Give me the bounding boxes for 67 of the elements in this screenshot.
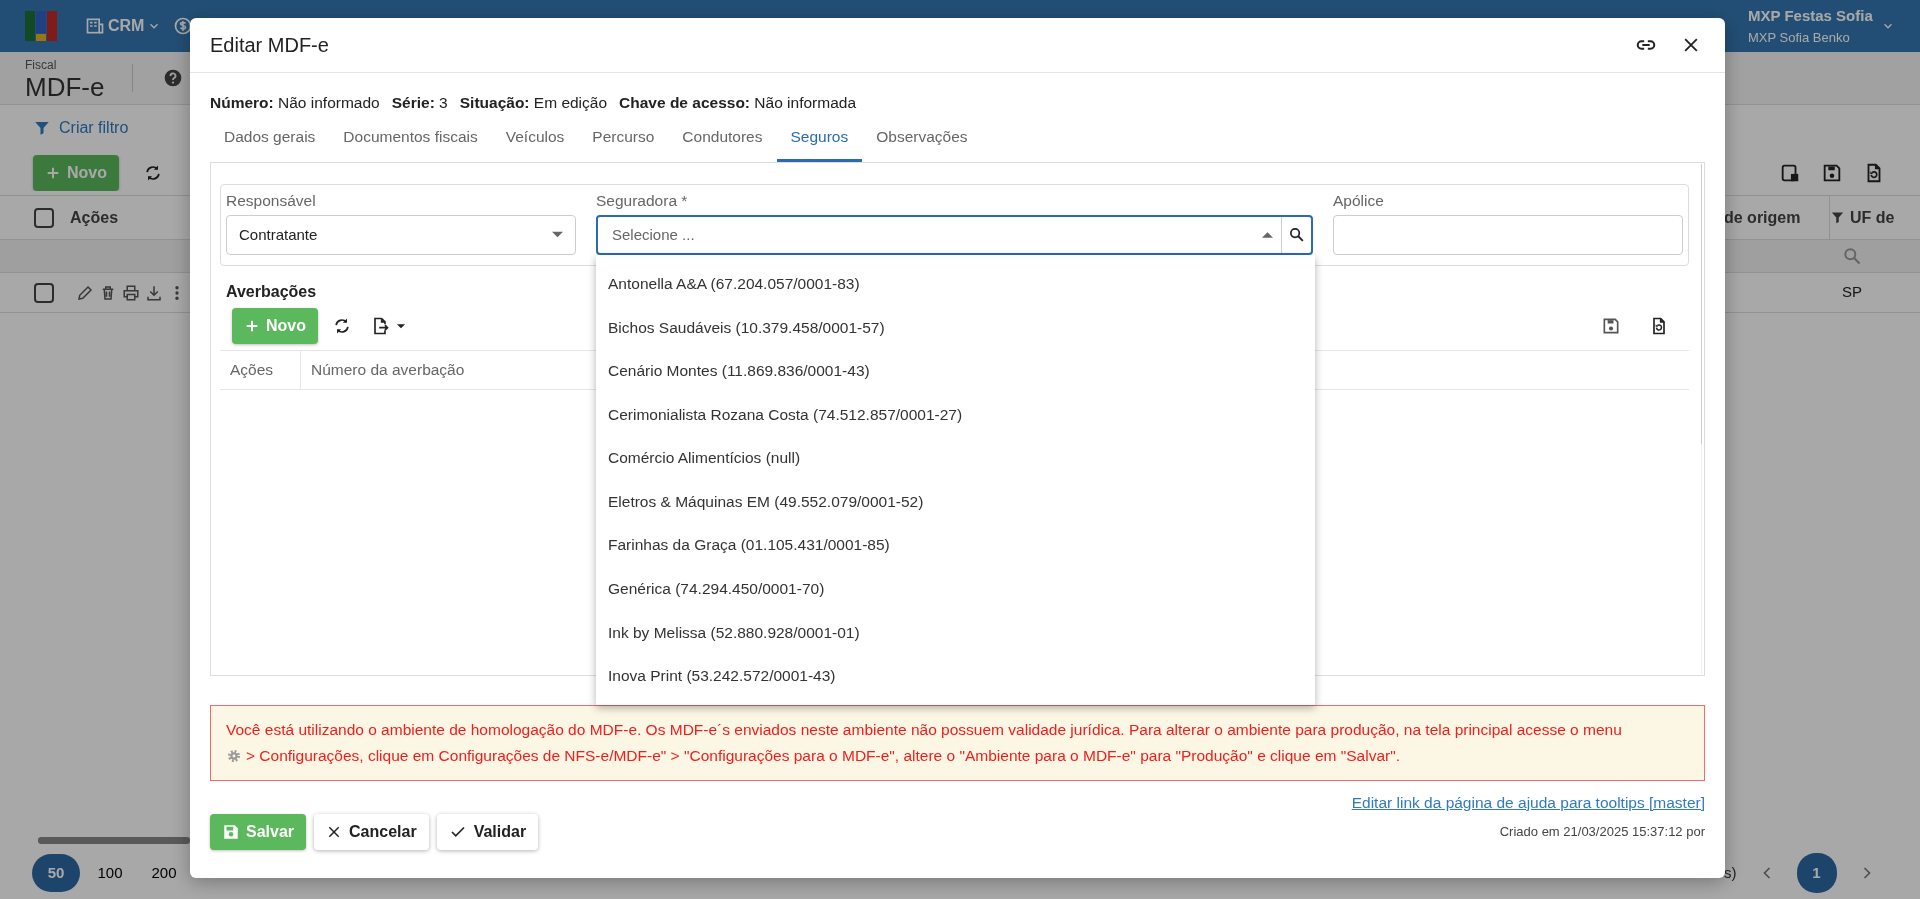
- tab[interactable]: Percurso: [578, 116, 669, 162]
- info-text: Número: Não informado: [210, 93, 380, 113]
- horizontal-scrollbar[interactable]: [38, 836, 190, 844]
- tab[interactable]: Veículos: [491, 116, 579, 162]
- download-icon[interactable]: [145, 283, 163, 302]
- search-select-field[interactable]: Selecione ...: [596, 214, 1313, 255]
- page-size-option[interactable]: 50: [32, 854, 80, 892]
- warning-text: > Configurações, clique em Configurações de NFS-e/MDF-e" > "Configurações para o MDF-e", altere o "Ambiente para o MDF-e" para "Produção" e clique em "Salvar".: [246, 746, 1400, 766]
- column-header: UF de: [1850, 207, 1895, 228]
- print-icon[interactable]: [122, 283, 140, 302]
- building-icon: [85, 16, 105, 36]
- dropdown-option[interactable]: Ink by Melissa (52.880.928/0001-01): [596, 610, 1315, 655]
- app-logo[interactable]: [25, 10, 57, 42]
- row-checkbox[interactable]: [32, 280, 56, 305]
- help-link[interactable]: Editar link da página de ajuda para tooltips [master]: [1351, 790, 1705, 814]
- dialog-title: Editar MDF-e: [210, 33, 329, 57]
- page-button[interactable]: 1: [1796, 853, 1837, 893]
- funnel-icon: [1830, 210, 1845, 225]
- column-header: Ações: [220, 349, 301, 390]
- select-all-checkbox[interactable]: [32, 205, 56, 230]
- column-header: Ações: [70, 207, 119, 228]
- page-title: MDF-e: [25, 74, 105, 100]
- floppy-icon: [222, 822, 240, 841]
- tab[interactable]: Documentos fiscais: [329, 116, 492, 162]
- input-field[interactable]: [1333, 214, 1683, 255]
- column-header: Número da averbação: [310, 360, 466, 381]
- crm-menu[interactable]: CRM: [81, 10, 166, 42]
- dropdown-option[interactable]: Cenário Montes (11.869.836/0001-43): [596, 348, 1315, 393]
- validate-button[interactable]: Validar: [436, 813, 539, 850]
- info-text: Chave de acesso: Não informada: [619, 93, 856, 113]
- dropdown-option[interactable]: Farinhas da Graça (01.105.431/0001-85): [596, 523, 1315, 567]
- user-name: MXP Sofia Benko: [1748, 28, 1851, 47]
- tab[interactable]: Condutores: [668, 116, 777, 162]
- dropdown-option[interactable]: Genérica (74.294.450/0001-70): [596, 566, 1315, 611]
- company-name[interactable]: MXP Festas Sofia: [1748, 5, 1873, 28]
- select-field[interactable]: Contratante: [226, 214, 576, 255]
- tab[interactable]: Dados gerais: [210, 116, 330, 162]
- table-cell-text: SP: [1842, 282, 1862, 303]
- info-text: Situação: Em edição: [459, 93, 608, 113]
- vertical-scrollbar[interactable]: [1701, 163, 1702, 674]
- section-label: Fiscal: [25, 57, 58, 74]
- dropdown-option[interactable]: Antonella A&A (67.204.057/0001-83): [596, 261, 1315, 306]
- created-info: Criado em 21/03/2025 15:37:12 por: [1499, 823, 1705, 841]
- dropdown-option[interactable]: Cerimonialista Rozana Costa (74.512.857/0001-27): [596, 392, 1315, 437]
- field-label: Responsável: [226, 190, 317, 211]
- pagination-text: s): [1724, 862, 1737, 883]
- search-icon[interactable]: [1288, 226, 1305, 244]
- warning-text: Você está utilizando o ambiente de homologação do MDF-e. Os MDF-e´s enviados neste ambiente não possuem validade jurídica. Para alterar o ambiente para produção, na tela principal acesse o menu: [226, 719, 1623, 740]
- field-label: Apólice: [1333, 190, 1385, 211]
- page-size-option[interactable]: 200: [140, 854, 188, 892]
- help-icon[interactable]: [163, 68, 184, 88]
- create-filter-link[interactable]: Criar filtro: [33, 115, 129, 140]
- dropdown-option[interactable]: Inova Print (53.242.572/0001-43): [596, 654, 1315, 698]
- cancel-button[interactable]: Cancelar: [314, 813, 429, 850]
- info-text: Série: 3: [391, 93, 448, 113]
- section-title: Averbações: [226, 281, 317, 302]
- dropdown-option[interactable]: Eletros & Máquinas EM (49.552.079/0001-52): [596, 479, 1315, 524]
- dropdown-option[interactable]: Bichos Saudáveis (10.379.458/0001-57): [596, 305, 1315, 349]
- tab[interactable]: Observações: [862, 116, 982, 162]
- gear-icon: [226, 747, 242, 764]
- tab[interactable]: Seguros: [776, 116, 863, 162]
- dropdown-caret-icon: [1262, 231, 1273, 238]
- edit-icon[interactable]: [76, 283, 94, 302]
- page-size-option[interactable]: 100: [86, 854, 134, 892]
- field-label: Seguradora *: [596, 190, 689, 211]
- dropdown-option[interactable]: Comércio Alimentícios (null): [596, 436, 1315, 480]
- dollar-icon[interactable]: [173, 16, 190, 36]
